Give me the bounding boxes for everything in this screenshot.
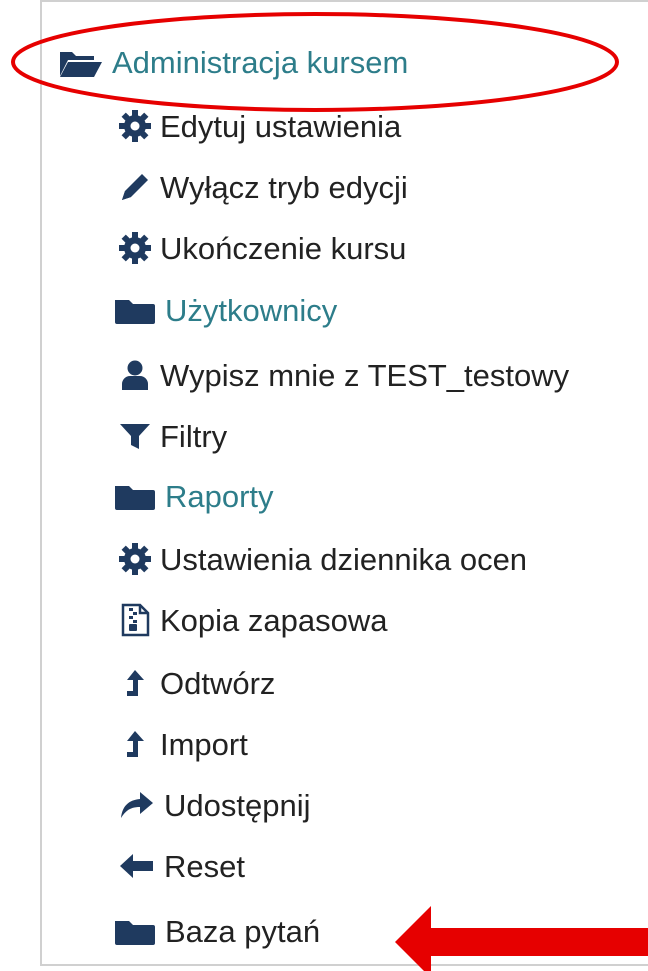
arrow-left-icon [118,849,156,883]
archive-file-icon [118,603,152,637]
menu-item-label: Ustawienia dziennika ocen [160,541,528,577]
upload-arrow-icon [118,666,152,700]
menu-item-users[interactable]: Użytkownicy [113,295,337,326]
filter-icon [118,419,152,453]
menu-item-label: Udostępnij [164,787,311,823]
folder-icon [113,917,157,947]
menu-item-share[interactable]: Udostępnij [118,788,310,822]
gear-icon [118,109,152,143]
menu-item-reset[interactable]: Reset [118,849,245,883]
menu-item-label: Ukończenie kursu [160,230,407,266]
menu-item-question-bank[interactable]: Baza pytań [113,916,320,947]
menu-item-unenrol-me[interactable]: Wypisz mnie z TEST_testowy [118,358,569,392]
menu-item-label: Edytuj ustawienia [160,108,402,144]
menu-item-restore[interactable]: Odtwórz [118,666,275,700]
menu-item-filters[interactable]: Filtry [118,419,227,453]
menu-item-edit-settings[interactable]: Edytuj ustawienia [118,109,401,143]
upload-arrow-icon [118,727,152,761]
menu-item-label: Odtwórz [160,665,276,701]
menu-item-label: Użytkownicy [165,293,338,328]
folder-open-icon [58,48,104,78]
menu-item-label: Wyłącz tryb edycji [160,169,408,205]
menu-item-course-completion[interactable]: Ukończenie kursu [118,231,406,265]
user-icon [118,358,152,392]
menu-header-course-admin[interactable]: Administracja kursem [58,47,408,78]
pencil-icon [118,170,152,204]
menu-item-toggle-edit-mode[interactable]: Wyłącz tryb edycji [118,170,408,204]
gear-icon [118,231,152,265]
menu-item-label: Filtry [160,418,228,454]
menu-item-label: Reset [164,848,245,884]
menu-item-label: Wypisz mnie z TEST_testowy [160,357,570,393]
menu-item-label: Import [160,726,248,762]
menu-item-import[interactable]: Import [118,727,248,761]
menu-item-label: Raporty [165,479,274,514]
menu-item-backup[interactable]: Kopia zapasowa [118,603,388,637]
menu-header-label: Administracja kursem [112,45,409,80]
menu-item-label: Kopia zapasowa [160,602,388,638]
share-arrow-icon [118,788,156,822]
folder-icon [113,482,157,512]
gear-icon [118,542,152,576]
menu-item-label: Baza pytań [165,914,321,949]
folder-icon [113,296,157,326]
menu-item-reports[interactable]: Raporty [113,481,274,512]
menu-item-gradebook-setup[interactable]: Ustawienia dziennika ocen [118,542,527,576]
